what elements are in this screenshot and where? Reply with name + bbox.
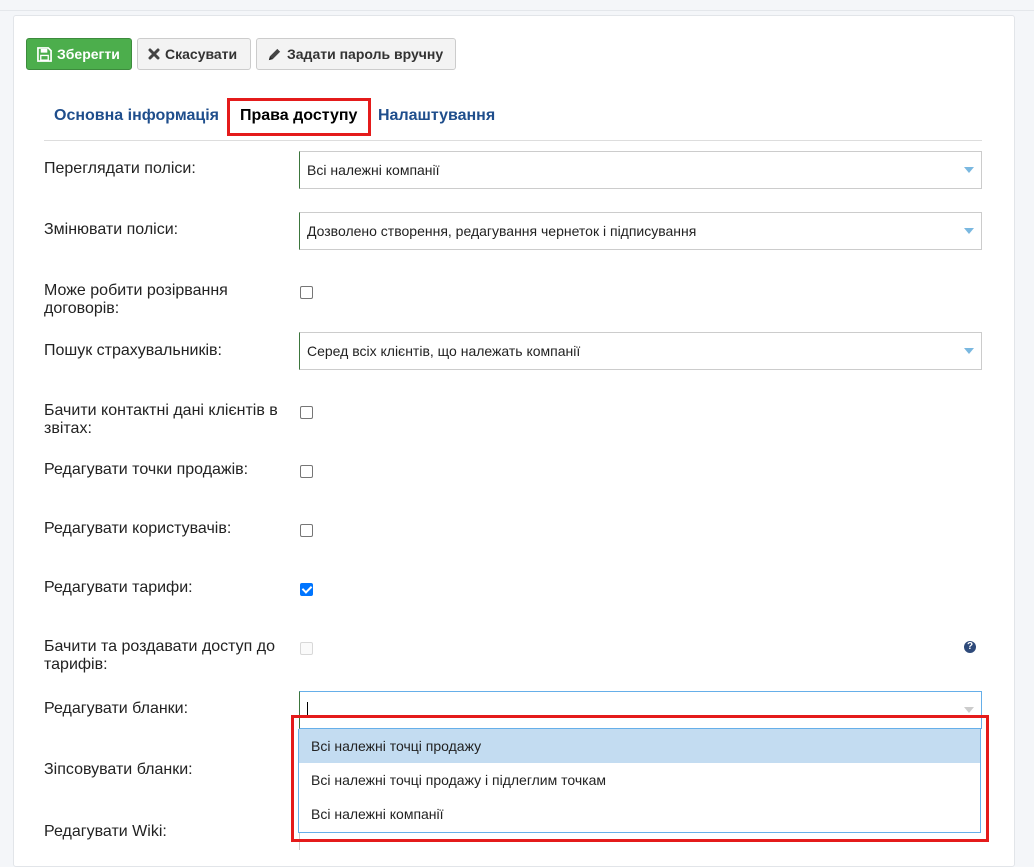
edit-users-label: Редагувати користувачів: <box>44 520 232 537</box>
terminate-contracts-checkbox[interactable] <box>300 286 313 299</box>
edit-users-checkbox[interactable] <box>300 524 313 537</box>
search-insurers-value: Серед всіх клієнтів, що належать компані… <box>307 343 581 359</box>
see-client-contacts-label: Бачити контактні дані клієнтів в звітах: <box>44 402 278 437</box>
question-circle-icon[interactable]: ? <box>964 641 976 653</box>
floppy-disk-icon <box>37 46 52 62</box>
terminate-contracts-label: Може робити розірвання договорів: <box>44 282 228 317</box>
chevron-down-icon <box>964 348 974 354</box>
close-icon <box>148 48 160 60</box>
tab-settings[interactable]: Налаштування <box>378 104 495 128</box>
set-password-button-label: Задати пароль вручну <box>287 46 444 62</box>
spoil-forms-label: Зіпсовувати бланки: <box>44 761 193 778</box>
cancel-button[interactable]: Скасувати <box>137 38 251 70</box>
save-button[interactable]: Зберегти <box>26 38 132 70</box>
chevron-down-icon <box>964 228 974 234</box>
save-button-label: Зберегти <box>57 46 120 62</box>
see-client-contacts-checkbox[interactable] <box>300 406 313 419</box>
top-divider <box>0 10 1034 11</box>
view-policies-select[interactable]: Всі належні компанії <box>299 151 982 189</box>
edit-forms-label: Редагувати бланки: <box>44 700 189 717</box>
edit-sale-points-checkbox[interactable] <box>300 465 313 478</box>
dropdown-highlight-box <box>291 715 989 842</box>
chevron-down-icon <box>964 167 974 173</box>
edit-tariffs-checkbox[interactable] <box>300 583 313 596</box>
search-insurers-select[interactable]: Серед всіх клієнтів, що належать компані… <box>299 332 982 370</box>
set-password-button[interactable]: Задати пароль вручну <box>256 38 456 70</box>
pencil-icon <box>267 47 282 62</box>
cancel-button-label: Скасувати <box>165 46 238 62</box>
chevron-down-icon <box>964 707 974 713</box>
edit-policies-select[interactable]: Дозволено створення, редагування чернето… <box>299 212 982 250</box>
search-insurers-label: Пошук страхувальників: <box>44 342 222 359</box>
tab-main-info[interactable]: Основна інформація <box>54 104 219 128</box>
tabs-divider <box>44 140 982 141</box>
edit-wiki-label: Редагувати Wiki: <box>44 823 167 840</box>
share-tariffs-checkbox <box>300 642 313 655</box>
edit-policies-label: Змінювати поліси: <box>44 221 179 238</box>
edit-tariffs-label: Редагувати тарифи: <box>44 579 193 596</box>
edit-sale-points-label: Редагувати точки продажів: <box>44 461 249 478</box>
share-tariffs-label: Бачити та роздавати доступ до тарифів: <box>44 638 276 673</box>
active-tab-highlight-box <box>227 98 371 136</box>
view-policies-label: Переглядати поліси: <box>44 160 196 177</box>
view-policies-value: Всі належні компанії <box>307 162 440 178</box>
edit-policies-value: Дозволено створення, редагування чернето… <box>307 223 697 239</box>
